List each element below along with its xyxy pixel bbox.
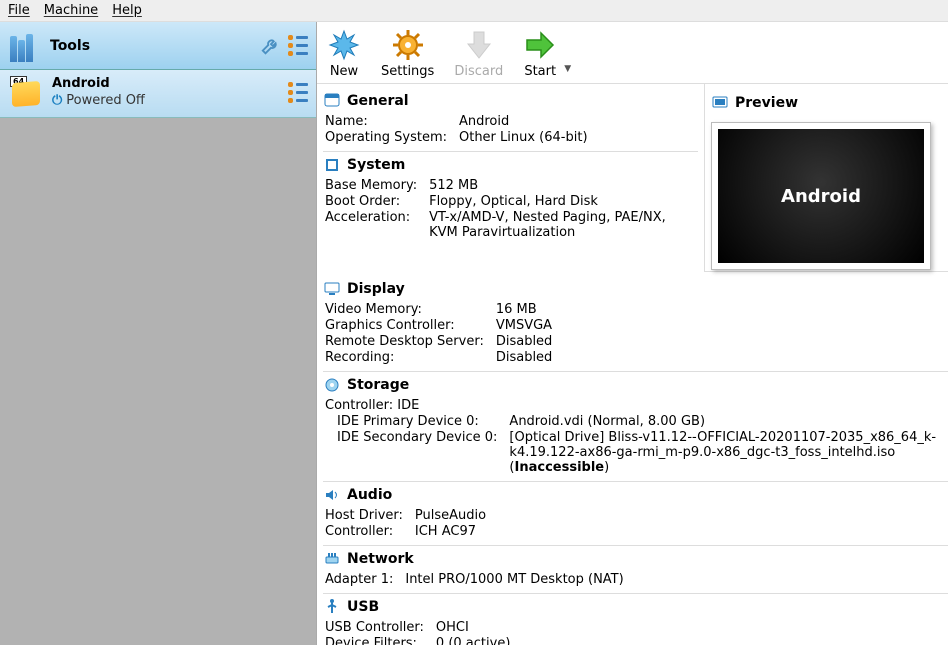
starburst-icon — [327, 28, 361, 62]
audio-icon — [323, 486, 341, 504]
menu-help[interactable]: Help — [112, 3, 142, 18]
toolbar: New Settings Discard ▼ Start — [317, 22, 948, 84]
display-gfx-v: VMSVGA — [496, 318, 942, 333]
system-boot-k: Boot Order: — [325, 194, 417, 209]
display-rec-k: Recording: — [325, 350, 484, 365]
preview-pane: Preview Android — [704, 84, 948, 272]
storage-p0-k: IDE Primary Device 0: — [325, 414, 497, 429]
general-name-v: Android — [459, 114, 692, 129]
preview-icon — [711, 94, 729, 112]
vm-list-item[interactable]: 64 Android ⏻ Powered Off — [0, 70, 316, 118]
network-a1-v: Intel PRO/1000 MT Desktop (NAT) — [405, 572, 942, 587]
display-rec-v: Disabled — [496, 350, 942, 365]
usb-ctl-v: OHCI — [436, 620, 942, 635]
section-general[interactable]: General — [323, 88, 698, 114]
system-acc-k: Acceleration: — [325, 210, 417, 240]
display-vmem-k: Video Memory: — [325, 302, 484, 317]
new-button[interactable]: New — [327, 28, 361, 79]
audio-drv-v: PulseAudio — [415, 508, 942, 523]
section-audio[interactable]: Audio — [323, 481, 948, 508]
section-network[interactable]: Network — [323, 545, 948, 572]
storage-s0-k: IDE Secondary Device 0: — [325, 430, 497, 475]
display-icon — [323, 280, 341, 298]
system-icon — [323, 156, 341, 174]
storage-p0-v: Android.vdi (Normal, 8.00 GB) — [509, 414, 942, 429]
tools-label: Tools — [50, 38, 90, 54]
discard-arrow-icon — [462, 28, 496, 62]
display-vmem-v: 16 MB — [496, 302, 942, 317]
system-mem-k: Base Memory: — [325, 178, 417, 193]
system-mem-v: 512 MB — [429, 178, 692, 193]
network-icon — [323, 550, 341, 568]
display-rds-v: Disabled — [496, 334, 942, 349]
start-arrow-icon: ▼ — [523, 28, 557, 62]
tools-item[interactable]: Tools — [0, 22, 316, 70]
vm-item-menu-icon[interactable] — [288, 82, 308, 103]
start-button[interactable]: ▼ Start — [523, 28, 557, 79]
settings-button[interactable]: Settings — [381, 28, 434, 79]
menubar: File Machine Help — [0, 0, 948, 22]
usb-flt-k: Device Filters: — [325, 636, 424, 645]
general-os-k: Operating System: — [325, 130, 447, 145]
menu-machine[interactable]: Machine — [44, 3, 98, 18]
power-icon: ⏻ — [52, 93, 62, 108]
general-icon — [323, 92, 341, 110]
discard-button: Discard — [454, 28, 503, 79]
menu-file[interactable]: File — [8, 3, 30, 18]
section-display[interactable]: Display — [323, 276, 948, 302]
usb-ctl-k: USB Controller: — [325, 620, 424, 635]
vm-state: ⏻ Powered Off — [52, 93, 145, 108]
display-gfx-k: Graphics Controller: — [325, 318, 484, 333]
preview-screen-text: Android — [718, 129, 924, 263]
sidebar: Tools 64 Android ⏻ Powered Off — [0, 22, 317, 645]
preview-thumbnail[interactable]: Android — [711, 122, 931, 270]
system-acc-v: VT-x/AMD-V, Nested Paging, PAE/NX, KVM P… — [429, 210, 692, 240]
audio-ctl-v: ICH AC97 — [415, 524, 942, 539]
wrench-icon[interactable] — [260, 35, 282, 57]
usb-icon — [323, 598, 341, 616]
vm-state-text: Powered Off — [66, 93, 145, 108]
tools-icon — [10, 30, 42, 62]
storage-controller: Controller: IDE — [325, 398, 942, 413]
audio-drv-k: Host Driver: — [325, 508, 403, 523]
usb-flt-v: 0 (0 active) — [436, 636, 942, 645]
network-a1-k: Adapter 1: — [325, 572, 393, 587]
storage-icon — [323, 376, 341, 394]
chevron-down-icon[interactable]: ▼ — [564, 64, 571, 74]
general-os-v: Other Linux (64-bit) — [459, 130, 692, 145]
vm-name: Android — [52, 76, 145, 91]
storage-s0-v: [Optical Drive] Bliss-v11.12--OFFICIAL-2… — [509, 430, 942, 475]
list-menu-icon[interactable] — [288, 35, 308, 56]
section-system[interactable]: System — [323, 151, 698, 178]
section-storage[interactable]: Storage — [323, 371, 948, 398]
vm-os-icon: 64 — [10, 76, 42, 108]
general-name-k: Name: — [325, 114, 447, 129]
section-usb[interactable]: USB — [323, 593, 948, 620]
audio-ctl-k: Controller: — [325, 524, 403, 539]
system-boot-v: Floppy, Optical, Hard Disk — [429, 194, 692, 209]
gear-icon — [391, 28, 425, 62]
section-preview[interactable]: Preview — [711, 90, 942, 116]
display-rds-k: Remote Desktop Server: — [325, 334, 484, 349]
